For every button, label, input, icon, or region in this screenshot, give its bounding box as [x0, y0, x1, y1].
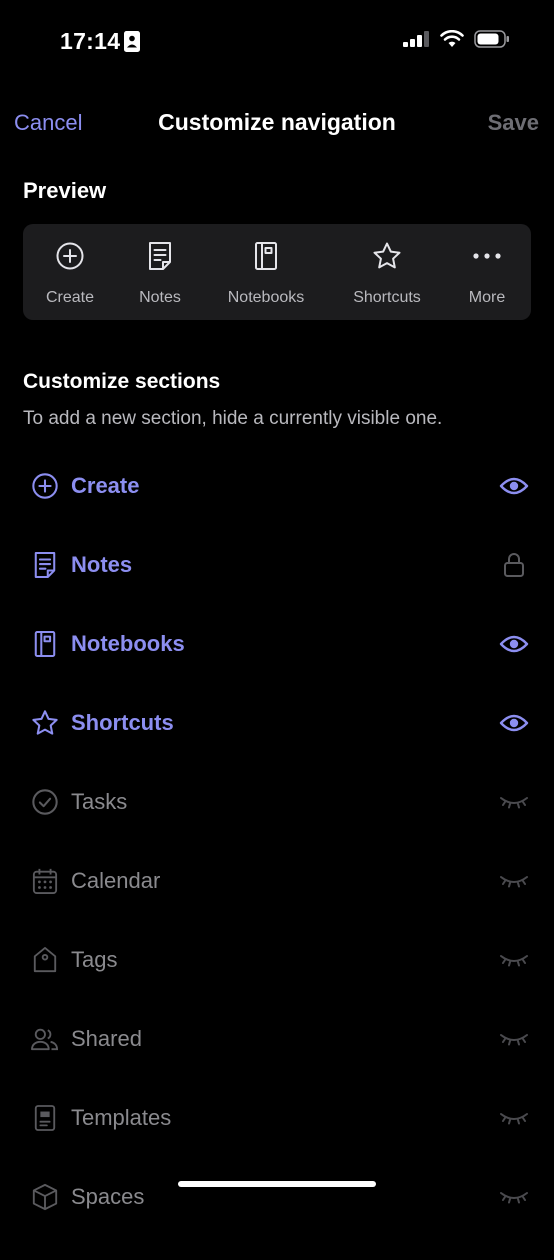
eye-icon[interactable]: [498, 628, 530, 660]
eye-closed-icon[interactable]: [498, 865, 530, 897]
preview-item-label: Notes: [139, 289, 181, 306]
section-row-tasks[interactable]: Tasks: [0, 786, 554, 865]
tag-icon: [30, 944, 60, 976]
status-time: 17:14: [60, 28, 121, 54]
star-icon: [30, 707, 60, 739]
section-label: Spaces: [71, 1184, 145, 1209]
section-label: Calendar: [71, 868, 161, 893]
section-row-shared[interactable]: Shared: [0, 1023, 554, 1102]
page-title: Customize navigation: [158, 109, 396, 135]
preview-item-label: Notebooks: [227, 289, 305, 306]
section-label: Shared: [71, 1026, 142, 1051]
preview-item-create: Create: [36, 224, 104, 320]
section-row-templates[interactable]: Templates: [0, 1102, 554, 1181]
note-icon: [147, 240, 173, 272]
note-icon: [30, 549, 60, 581]
eye-closed-icon[interactable]: [498, 1023, 530, 1055]
section-label: Notes: [71, 552, 133, 577]
eye-closed-icon[interactable]: [498, 944, 530, 976]
preview-tab-bar: Create Notes Notebooks Shortcuts More: [23, 224, 531, 320]
preview-item-notebooks: Notebooks: [218, 224, 314, 320]
sections-heading: Customize sections: [23, 370, 221, 393]
preview-item-more: More: [458, 224, 516, 320]
section-row-tags[interactable]: Tags: [0, 944, 554, 1023]
preview-item-label: Shortcuts: [353, 289, 421, 306]
wifi-icon: [440, 29, 464, 53]
sections-description: To add a new section, hide a currently v…: [23, 408, 443, 429]
star-icon: [372, 240, 402, 272]
lock-icon: [498, 549, 530, 581]
check-circle-icon: [30, 786, 60, 818]
preview-item-shortcuts: Shortcuts: [342, 224, 432, 320]
eye-closed-icon[interactable]: [498, 1102, 530, 1134]
section-row-create[interactable]: Create: [0, 470, 554, 549]
section-row-spaces[interactable]: Spaces: [0, 1181, 554, 1260]
section-label: Templates: [71, 1105, 172, 1130]
section-label: Create: [71, 473, 140, 498]
signal-icon: [403, 31, 430, 52]
section-label: Tasks: [71, 789, 128, 814]
section-row-notebooks[interactable]: Notebooks: [0, 628, 554, 707]
notebook-icon: [253, 240, 279, 272]
save-button[interactable]: Save: [488, 110, 539, 136]
calendar-icon: [30, 865, 60, 897]
eye-icon[interactable]: [498, 707, 530, 739]
section-row-calendar[interactable]: Calendar: [0, 865, 554, 944]
battery-icon: [474, 30, 510, 53]
people-icon: [30, 1023, 60, 1055]
eye-icon[interactable]: [498, 470, 530, 502]
cube-icon: [30, 1181, 60, 1213]
section-label: Tags: [71, 947, 118, 972]
preview-item-label: More: [468, 289, 506, 306]
section-label: Notebooks: [71, 631, 185, 656]
id-card-icon: [124, 31, 140, 57]
more-icon: [472, 240, 502, 272]
preview-heading: Preview: [23, 178, 107, 203]
section-row-notes[interactable]: Notes: [0, 549, 554, 628]
notebook-icon: [30, 628, 60, 660]
eye-closed-icon[interactable]: [498, 1181, 530, 1213]
plus-circle-icon: [30, 470, 60, 502]
status-icons: [403, 29, 510, 53]
preview-item-notes: Notes: [128, 224, 192, 320]
plus-circle-icon: [55, 240, 85, 272]
eye-closed-icon[interactable]: [498, 786, 530, 818]
template-icon: [30, 1102, 60, 1134]
preview-item-label: Create: [45, 289, 95, 306]
section-label: Shortcuts: [71, 710, 174, 735]
status-bar: 17:14: [0, 0, 554, 84]
navigation-header: Cancel Customize navigation Save: [0, 96, 554, 150]
section-row-shortcuts[interactable]: Shortcuts: [0, 707, 554, 786]
home-indicator[interactable]: [178, 1181, 376, 1187]
